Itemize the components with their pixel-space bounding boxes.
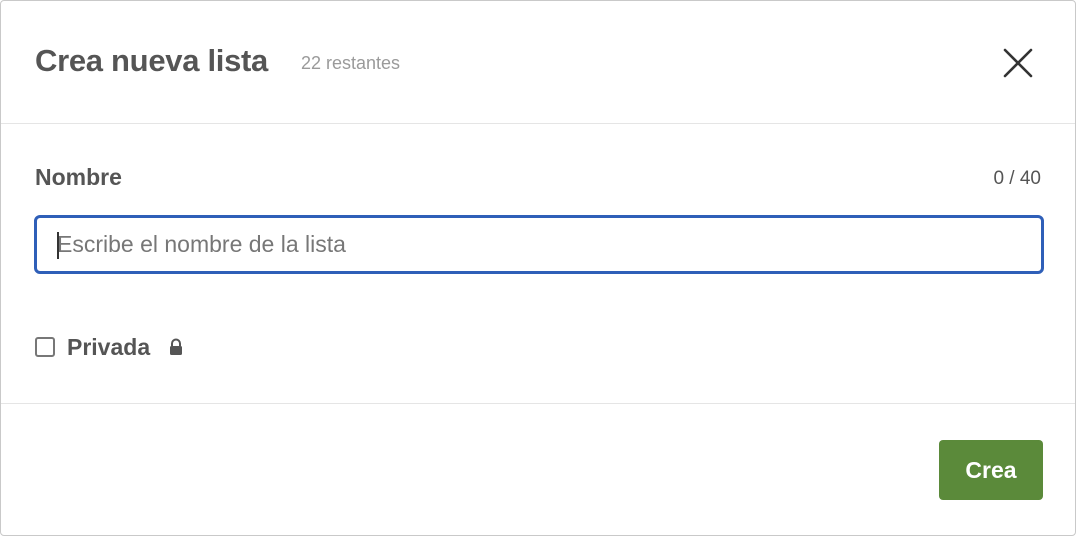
private-checkbox[interactable] [35,337,55,357]
create-button[interactable]: Crea [939,440,1043,500]
private-label: Privada [67,333,151,360]
create-list-dialog: Crea nueva lista 22 restantes Nombre 0 /… [0,0,1076,536]
close-button[interactable] [997,42,1039,84]
name-label: Nombre [35,164,122,190]
text-caret [57,232,59,259]
private-option: Privada [35,332,184,362]
dialog-header: Crea nueva lista 22 restantes [1,1,1075,124]
dialog-title: Crea nueva lista [35,43,268,78]
list-name-input[interactable] [34,215,1044,274]
lock-icon [170,338,183,355]
dialog-body: Nombre 0 / 40 Privada [1,124,1075,404]
remaining-count: 22 restantes [301,53,401,73]
character-counter: 0 / 40 [993,168,1041,189]
close-icon [1003,48,1033,78]
